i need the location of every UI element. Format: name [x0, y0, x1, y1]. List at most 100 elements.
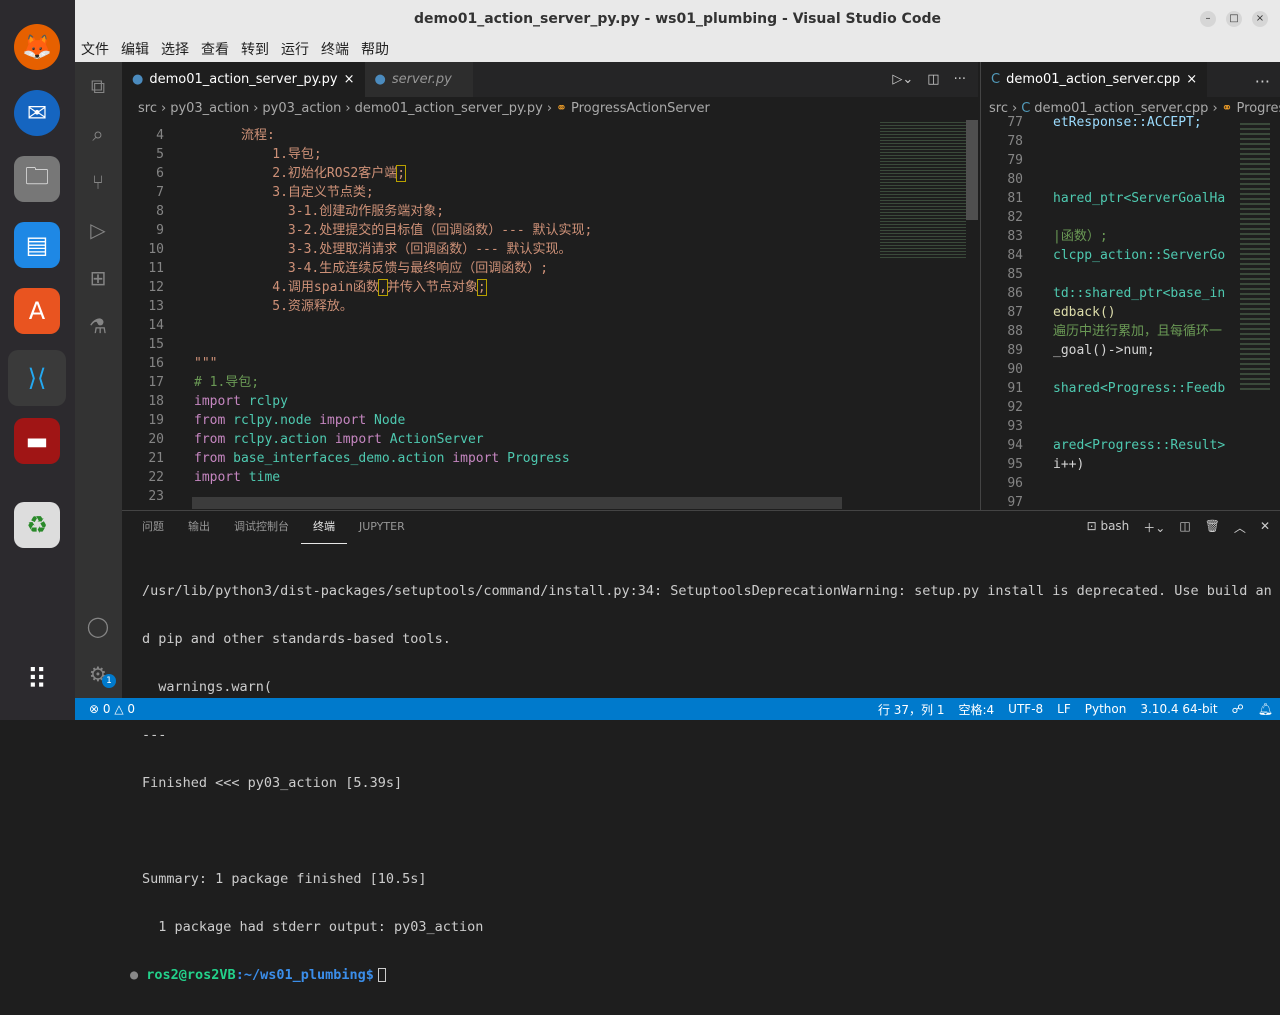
- search-icon[interactable]: ⌕: [86, 122, 110, 146]
- testing-icon[interactable]: ⚗: [86, 314, 110, 338]
- line-number: 92: [1007, 400, 1023, 415]
- close-button[interactable]: ×: [1252, 11, 1268, 27]
- menu-run[interactable]: 运行: [275, 38, 315, 62]
- maximize-button[interactable]: □: [1226, 11, 1242, 27]
- tab-debug-console[interactable]: 调试控制台: [222, 511, 301, 544]
- indentation[interactable]: 空格:4: [951, 701, 1001, 718]
- trash-icon[interactable]: ♻: [14, 502, 60, 548]
- line-number: 96: [1007, 476, 1023, 491]
- bottom-panel: 问题 输出 调试控制台 终端 JUPYTER ⊡ bash ＋⌄ ◫ 🗑 ︿ ✕…: [122, 510, 1280, 983]
- terminal-line: /usr/lib/python3/dist-packages/setuptool…: [142, 583, 1272, 599]
- line-number: 88: [1007, 324, 1023, 339]
- extensions-icon[interactable]: ⊞: [86, 266, 110, 290]
- tab-terminal[interactable]: 终端: [301, 511, 347, 544]
- code-line: 89 _goal()->num;: [981, 341, 1236, 360]
- tab-problems[interactable]: 问题: [130, 511, 176, 544]
- code-line: 15: [122, 335, 874, 354]
- python-file-icon: ●: [374, 72, 386, 87]
- tab-server-py[interactable]: ● server.py: [364, 62, 473, 97]
- kill-terminal-icon[interactable]: 🗑: [1205, 519, 1220, 536]
- feedback-icon[interactable]: ☍: [1225, 702, 1251, 716]
- code-editor-left[interactable]: 4 流程: 5 1.导包; 6 2.初始化ROS2客户端; 7 3.自定义节点类; 8 …: [122, 126, 874, 510]
- app-grid-icon[interactable]: ⠿: [14, 656, 60, 702]
- breadcrumb-item[interactable]: src: [138, 101, 157, 116]
- new-terminal-icon[interactable]: ＋⌄: [1143, 519, 1165, 536]
- problems-status[interactable]: ⊗ 0 △ 0: [75, 702, 142, 716]
- tab-demo01-action-server-cpp[interactable]: Cdemo01_action_server.cpp ×: [981, 62, 1208, 97]
- code-line: 5 1.导包;: [122, 145, 874, 164]
- code-token: 5.资源释放。: [194, 299, 353, 314]
- close-tab-icon[interactable]: ×: [1186, 72, 1197, 87]
- menu-help[interactable]: 帮助: [355, 38, 395, 62]
- tab-jupyter[interactable]: JUPYTER: [347, 511, 417, 544]
- minimap-right[interactable]: [1240, 120, 1270, 390]
- vscode-icon[interactable]: ⟩⟨: [8, 350, 66, 406]
- firefox-icon[interactable]: 🦊: [14, 24, 60, 70]
- code-editor-right[interactable]: 77 etResponse::ACCEPT; 78 79 80 81 hared_ptr<S…: [980, 113, 1236, 510]
- minimize-button[interactable]: –: [1200, 11, 1216, 27]
- code-line: 82: [981, 208, 1236, 227]
- more-actions-icon[interactable]: ···: [1245, 62, 1280, 97]
- cursor-position[interactable]: 行 37，列 1: [871, 701, 952, 718]
- maximize-panel-icon[interactable]: ︿: [1234, 519, 1246, 536]
- breadcrumb-item[interactable]: py03_action: [262, 101, 341, 116]
- run-file-icon[interactable]: ▷⌄: [892, 72, 913, 87]
- manage-gear-icon[interactable]: ⚙ 1: [86, 662, 116, 688]
- code-token: etResponse::ACCEPT;: [1053, 115, 1202, 130]
- code-line: 6 2.初始化ROS2客户端;: [122, 164, 874, 183]
- code-token: """: [194, 356, 218, 371]
- horizontal-scrollbar-left[interactable]: [192, 497, 842, 509]
- line-number: 4: [156, 128, 164, 143]
- menu-selection[interactable]: 选择: [155, 38, 195, 62]
- menu-terminal[interactable]: 终端: [315, 38, 355, 62]
- breadcrumb-item[interactable]: ProgressActionServer: [571, 101, 710, 116]
- encoding[interactable]: UTF-8: [1001, 702, 1050, 716]
- split-editor-icon[interactable]: ◫: [927, 72, 939, 87]
- terminal-app-icon[interactable]: ▬: [14, 418, 60, 464]
- files-icon[interactable]: 🗀: [14, 156, 60, 202]
- language-mode[interactable]: Python: [1078, 702, 1134, 716]
- close-panel-icon[interactable]: ✕: [1260, 519, 1270, 536]
- account-icon[interactable]: ◯: [86, 614, 110, 638]
- minimap-left[interactable]: [880, 120, 966, 260]
- source-control-icon[interactable]: ⑂: [86, 170, 110, 194]
- terminal-cursor: [377, 968, 386, 982]
- line-number: 91: [1007, 381, 1023, 396]
- menu-view[interactable]: 查看: [195, 38, 235, 62]
- thunderbird-icon[interactable]: ✉: [14, 90, 60, 136]
- breadcrumb-item[interactable]: demo01_action_server_py.py: [355, 101, 543, 116]
- explorer-icon[interactable]: ⧉: [86, 74, 110, 98]
- code-token: 3-4.生成连续反馈与最终响应（回调函数）;: [194, 261, 549, 276]
- line-number: 16: [148, 356, 164, 371]
- tab-output[interactable]: 输出: [176, 511, 222, 544]
- breadcrumb-item[interactable]: Progres: [1237, 101, 1280, 116]
- more-actions-icon[interactable]: ···: [954, 72, 966, 87]
- line-number: 20: [148, 432, 164, 447]
- menu-edit[interactable]: 编辑: [115, 38, 155, 62]
- menu-file[interactable]: 文件: [75, 38, 115, 62]
- line-number: 17: [148, 375, 164, 390]
- code-line: 97: [981, 493, 1236, 510]
- tab-demo01-action-server-py[interactable]: ● demo01_action_server_py.py ×: [122, 62, 365, 97]
- split-terminal-icon[interactable]: ◫: [1179, 519, 1190, 536]
- line-number: 13: [148, 299, 164, 314]
- vertical-scrollbar-left[interactable]: [966, 120, 978, 220]
- line-number: 14: [148, 318, 164, 333]
- code-token: import: [334, 432, 390, 447]
- tab-label: server.py: [391, 72, 452, 87]
- close-tab-icon[interactable]: ×: [344, 72, 355, 87]
- line-number: 81: [1007, 191, 1023, 206]
- python-interpreter[interactable]: 3.10.4 64-bit: [1133, 702, 1224, 716]
- run-debug-icon[interactable]: ▷: [86, 218, 110, 242]
- class-symbol-icon: ⚭: [556, 100, 567, 116]
- terminal-select[interactable]: ⊡ bash: [1087, 519, 1130, 536]
- software-icon[interactable]: A: [14, 288, 60, 334]
- notifications-icon[interactable]: 🔔︎: [1251, 702, 1280, 716]
- code-line: 78: [981, 132, 1236, 151]
- terminal-output[interactable]: /usr/lib/python3/dist-packages/setuptool…: [130, 551, 1272, 1015]
- eol[interactable]: LF: [1050, 702, 1078, 716]
- breadcrumb-item[interactable]: py03_action: [170, 101, 249, 116]
- menu-go[interactable]: 转到: [235, 38, 275, 62]
- writer-icon[interactable]: ▤: [14, 222, 60, 268]
- terminal-line: 1 package had stderr output: py03_action: [142, 919, 484, 935]
